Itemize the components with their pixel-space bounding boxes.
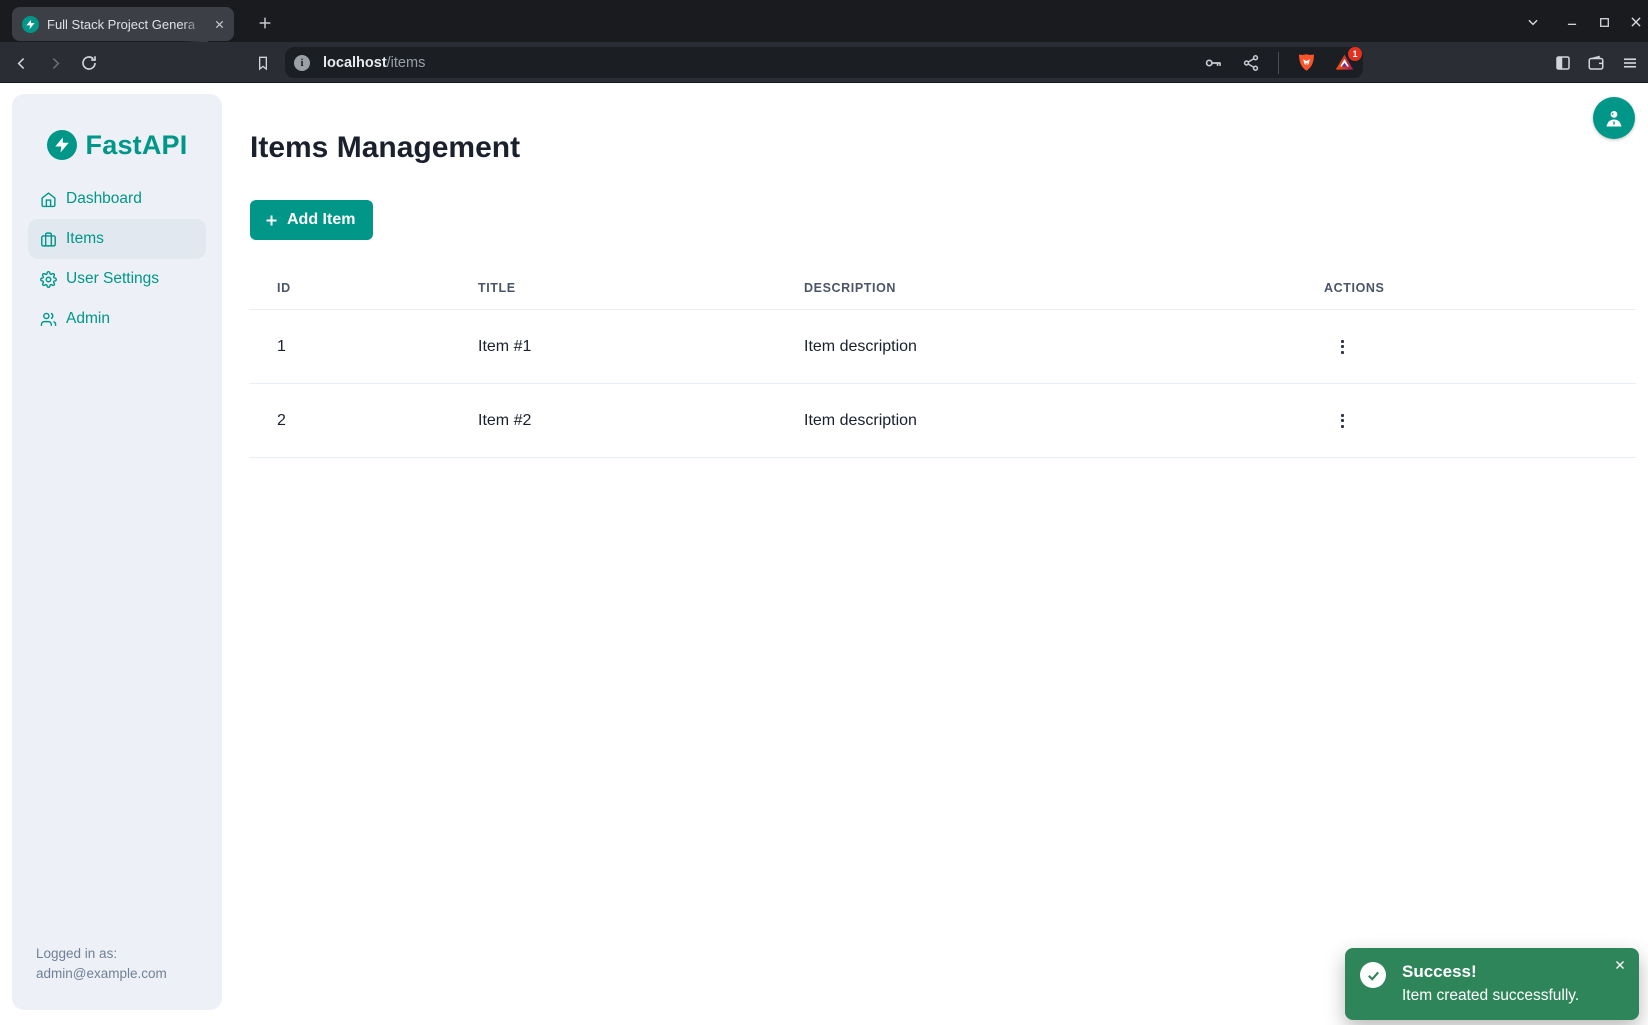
browser-tab[interactable]: Full Stack Project Genera (12, 7, 234, 41)
add-item-label: Add Item (287, 211, 355, 229)
logged-in-label: Logged in as: (36, 944, 167, 964)
cell-actions (1296, 407, 1636, 435)
column-header-actions: ACTIONS (1296, 281, 1636, 295)
toast-body: Success! Item created successfully. (1402, 960, 1579, 1008)
cell-description: Item description (776, 412, 1296, 430)
sidebar-panel-icon[interactable] (1550, 50, 1576, 76)
menu-hamburger-icon[interactable] (1617, 50, 1643, 76)
new-tab-button[interactable] (252, 10, 278, 36)
fastapi-logo: FastAPI (12, 127, 222, 163)
sidebar-item-items[interactable]: Items (28, 219, 206, 259)
success-toast: Success! Item created successfully. (1345, 948, 1639, 1020)
home-icon (40, 191, 57, 208)
logged-in-email: admin@example.com (36, 964, 167, 984)
sidebar-item-admin[interactable]: Admin (28, 299, 206, 339)
column-header-title: TITLE (450, 281, 776, 295)
url-path: /items (387, 55, 426, 71)
tab-close-icon[interactable] (211, 16, 227, 32)
cell-id: 1 (249, 338, 450, 356)
browser-toolbar: i localhost/items (0, 42, 1648, 83)
brave-rewards-icon[interactable]: 1 (1333, 52, 1355, 74)
row-actions-kebab-icon[interactable] (1330, 407, 1354, 435)
tab-strip: Full Stack Project Genera (0, 0, 1648, 42)
toast-message: Item created successfully. (1402, 984, 1579, 1007)
sidebar-item-label: Items (66, 230, 104, 248)
wallet-icon[interactable] (1583, 50, 1609, 76)
user-avatar-icon (1602, 106, 1626, 130)
sidebar-item-user-settings[interactable]: User Settings (28, 259, 206, 299)
user-avatar-button[interactable] (1593, 97, 1635, 139)
cell-id: 2 (249, 412, 450, 430)
sidebar-item-label: Admin (66, 310, 110, 328)
password-key-icon[interactable] (1202, 52, 1224, 74)
sidebar-item-label: Dashboard (66, 190, 142, 208)
toast-title: Success! (1402, 960, 1579, 984)
back-button-icon[interactable] (8, 50, 34, 76)
items-table: ID TITLE DESCRIPTION ACTIONS 1 Item #1 I… (249, 266, 1636, 458)
page-title: Items Management (250, 131, 520, 165)
logo-text: FastAPI (86, 130, 188, 161)
cell-title: Item #1 (450, 338, 776, 356)
table-row: 2 Item #2 Item description (249, 384, 1636, 458)
toast-close-icon[interactable] (1611, 956, 1629, 974)
check-circle-icon (1360, 962, 1386, 988)
address-bar-actions: 1 (1202, 52, 1355, 74)
sidebar-item-dashboard[interactable]: Dashboard (28, 179, 206, 219)
tab-title-fade (182, 14, 208, 42)
sidebar-nav: Dashboard Items User Settings Admin (28, 179, 206, 339)
logged-in-footer: Logged in as: admin@example.com (36, 944, 167, 984)
window-maximize-icon[interactable] (1592, 10, 1616, 34)
site-info-icon[interactable]: i (294, 55, 310, 71)
address-bar[interactable]: i localhost/items (285, 47, 1363, 78)
cell-actions (1296, 333, 1636, 361)
forward-button-icon (42, 50, 68, 76)
plus-icon (264, 213, 279, 228)
share-icon[interactable] (1240, 52, 1262, 74)
bookmark-icon[interactable] (250, 50, 276, 76)
table-row: 1 Item #1 Item description (249, 310, 1636, 384)
fastapi-favicon-icon (22, 16, 39, 33)
cell-title: Item #2 (450, 412, 776, 430)
cell-description: Item description (776, 338, 1296, 356)
rewards-notification-badge: 1 (1348, 47, 1362, 61)
brave-shield-icon[interactable] (1295, 52, 1317, 74)
add-item-button[interactable]: Add Item (250, 200, 373, 240)
table-header-row: ID TITLE DESCRIPTION ACTIONS (249, 266, 1636, 310)
fastapi-bolt-icon (47, 130, 77, 160)
reload-button-icon[interactable] (76, 50, 102, 76)
sidebar-item-label: User Settings (66, 270, 159, 288)
window-minimize-icon[interactable] (1560, 10, 1584, 34)
url-text[interactable]: localhost/items (323, 55, 425, 71)
tab-search-chevron-icon[interactable] (1521, 10, 1545, 34)
row-actions-kebab-icon[interactable] (1330, 333, 1354, 361)
users-icon (40, 311, 57, 328)
url-host: localhost (323, 55, 387, 71)
toolbar-separator (1278, 52, 1279, 74)
app-sidebar: FastAPI Dashboard Items User Settings A (12, 94, 222, 1010)
column-header-description: DESCRIPTION (776, 281, 1296, 295)
browser-window: Full Stack Project Genera (0, 0, 1648, 1025)
gear-icon (40, 271, 57, 288)
window-close-icon[interactable] (1624, 10, 1648, 34)
briefcase-icon (40, 231, 57, 248)
app-page: FastAPI Dashboard Items User Settings A (0, 83, 1648, 1025)
column-header-id: ID (249, 281, 450, 295)
